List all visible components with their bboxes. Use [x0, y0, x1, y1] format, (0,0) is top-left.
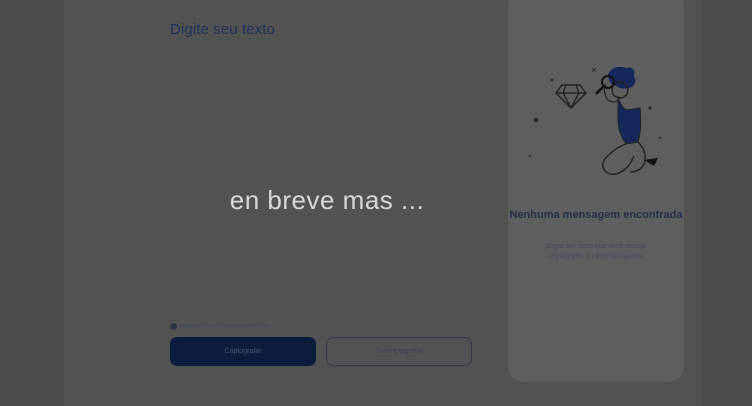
text-input-placeholder[interactable]: Digite seu texto	[170, 21, 275, 38]
coming-soon-overlay-text: en breve mas ...	[229, 185, 425, 215]
diamond-icon	[555, 84, 587, 109]
encrypt-button[interactable]: Criptografar	[170, 337, 316, 366]
info-icon	[170, 322, 177, 330]
person-with-magnifier-illustration	[528, 66, 662, 175]
empty-state-description: Digite um texto que você deseja criptogr…	[546, 243, 646, 260]
person-icon	[595, 66, 658, 175]
input-notice: Apenas letras minúsculas e sem acento	[170, 321, 269, 331]
notice-text: Apenas letras minúsculas e sem acento	[181, 323, 270, 329]
decrypt-button[interactable]: Descriptografar	[326, 337, 472, 366]
